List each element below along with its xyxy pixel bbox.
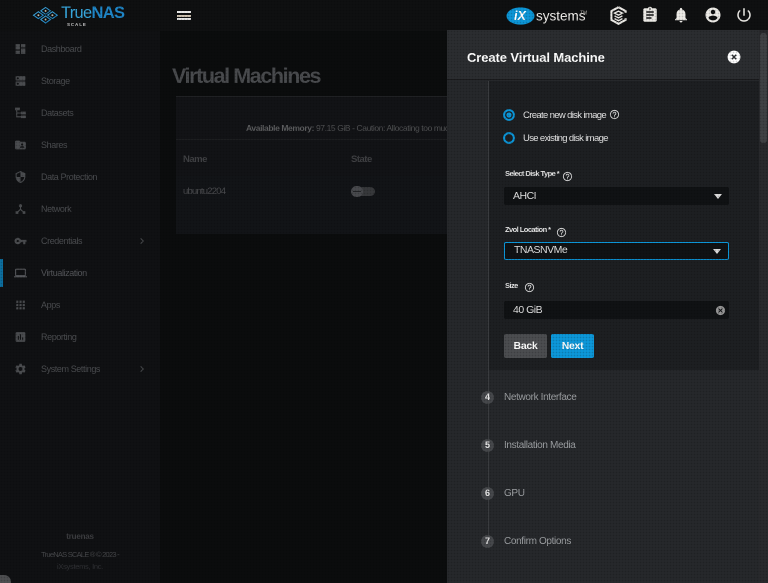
svg-text:iX: iX (514, 9, 526, 23)
svg-text:systems: systems (536, 9, 586, 24)
svg-text:TM: TM (580, 11, 587, 17)
